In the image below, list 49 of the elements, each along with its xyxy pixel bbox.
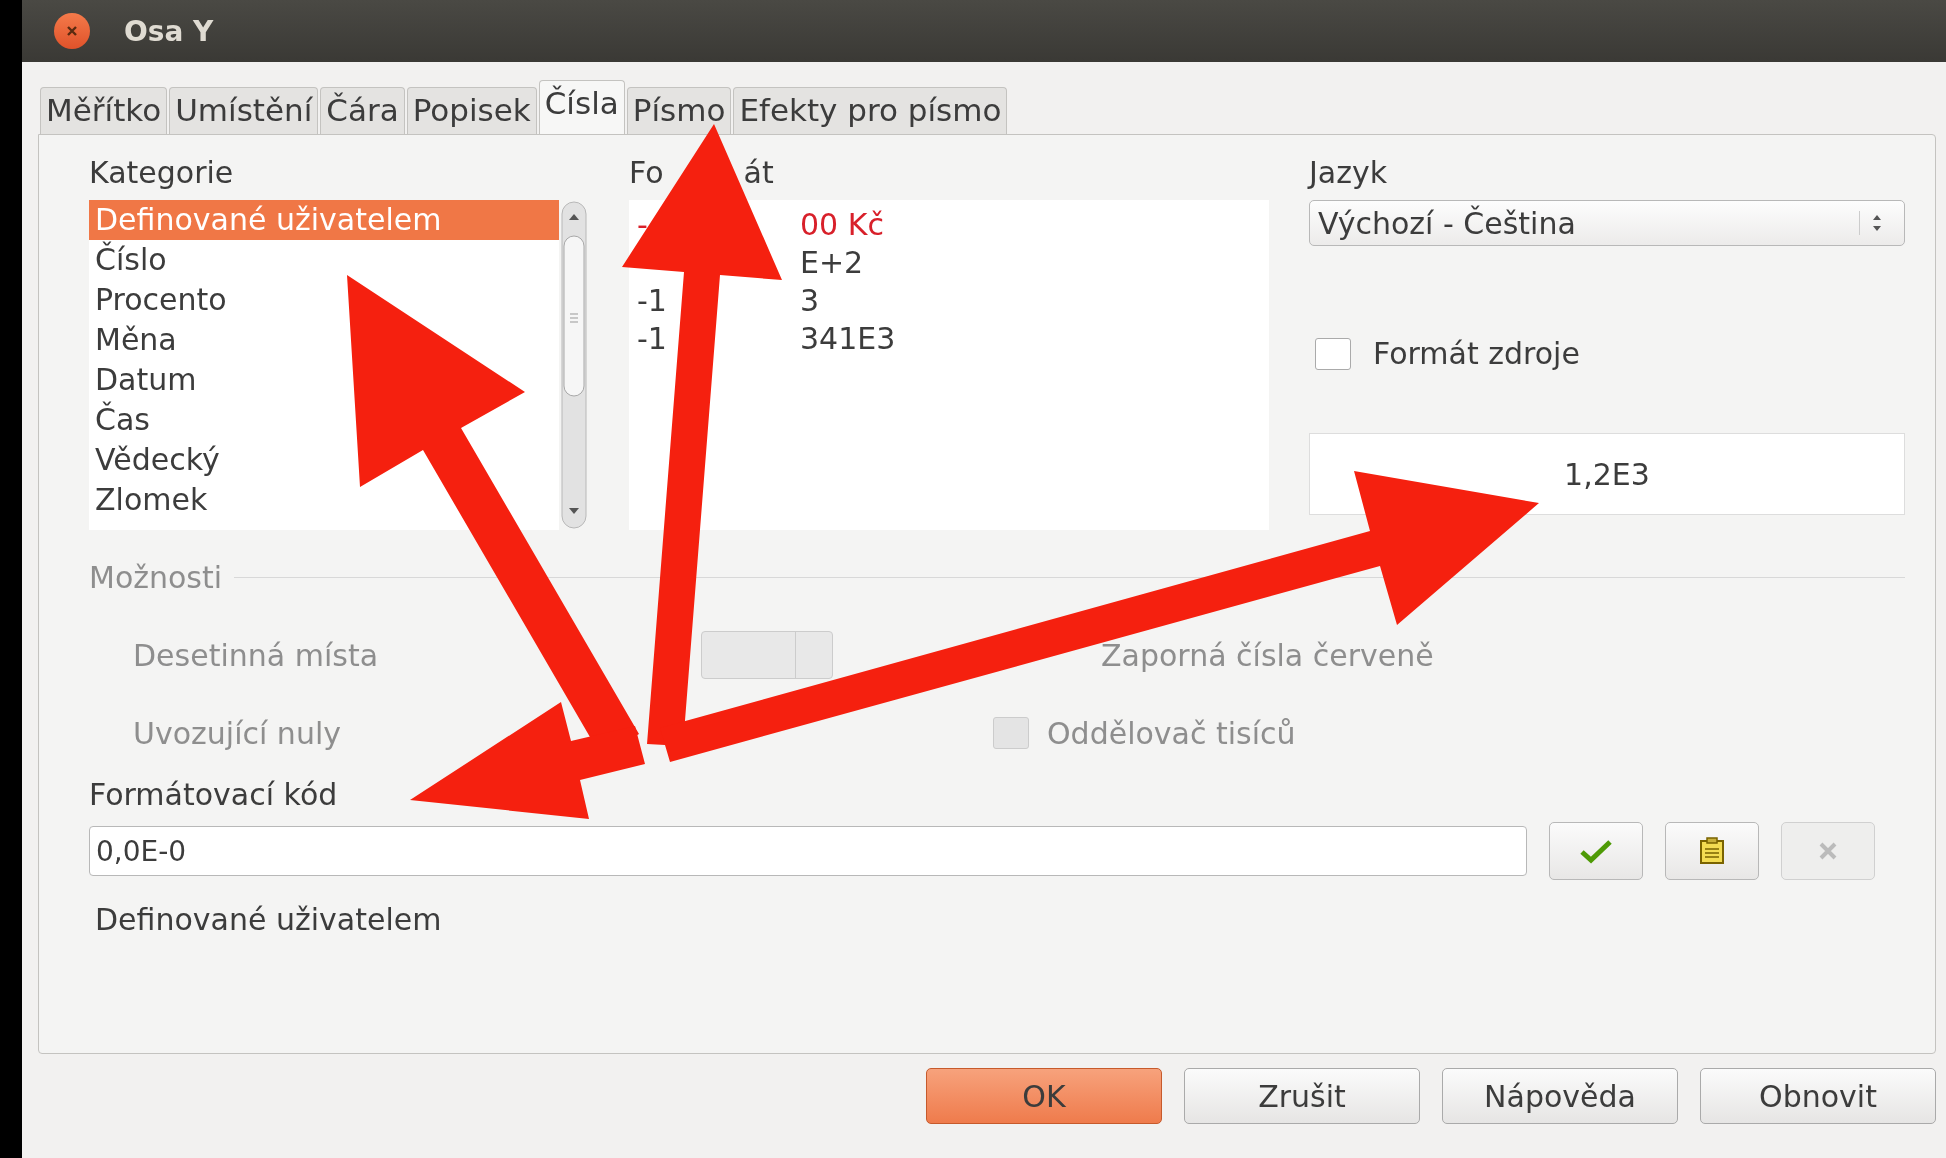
format-list[interactable]: - 00 Kč E+2 -1 3 -1 341E3: [629, 200, 1269, 530]
preview-field: 1,2E3: [1309, 433, 1905, 515]
tab[interactable]: Umístění: [169, 87, 319, 134]
close-icon[interactable]: [54, 13, 90, 49]
category-item[interactable]: Číslo: [89, 240, 559, 280]
source-format-label: Formát zdroje: [1373, 336, 1580, 371]
options-heading: Možnosti: [89, 560, 223, 595]
note-icon: [1697, 836, 1727, 866]
category-item[interactable]: Zlomek: [89, 480, 559, 520]
language-label: Jazyk: [1309, 155, 1389, 190]
checkbox[interactable]: [1315, 337, 1351, 370]
category-label: Kategorie: [89, 155, 235, 190]
tab[interactable]: Měřítko: [40, 87, 168, 134]
tab[interactable]: Popisek: [406, 87, 537, 134]
format-item[interactable]: E+2: [800, 244, 864, 282]
dialog-button[interactable]: Obnovit: [1700, 1068, 1936, 1124]
format-code-label: Formátovací kód: [89, 777, 339, 812]
format-item[interactable]: -1: [637, 321, 667, 356]
format-label: Fo: [629, 155, 664, 190]
category-item[interactable]: Vědecký: [89, 440, 559, 480]
format-item[interactable]: 341E3: [800, 320, 896, 358]
category-item[interactable]: Čas: [89, 400, 559, 440]
language-dropdown[interactable]: Výchozí - Čeština: [1309, 200, 1905, 246]
thousands-separator-label: Oddělovač tisíců: [1047, 715, 1296, 751]
negative-numbers-label: Zaporná čísla červeně: [1101, 637, 1434, 673]
format-item[interactable]: 3: [800, 282, 820, 320]
accept-button[interactable]: [1549, 822, 1643, 880]
tab[interactable]: Písmo: [626, 87, 732, 134]
decimal-places-spinbox[interactable]: [701, 631, 833, 679]
tab[interactable]: Efekty pro písmo: [733, 87, 1008, 134]
window-title: Osa Y: [124, 14, 214, 48]
tab[interactable]: Čísla: [538, 80, 625, 135]
leading-zeros-label: Uvozující nuly: [133, 715, 342, 751]
dialog-button[interactable]: Zrušit: [1184, 1068, 1420, 1124]
category-item[interactable]: Procento: [89, 280, 559, 320]
format-code-field[interactable]: 0,0E-0: [89, 826, 1527, 876]
format-label: át: [743, 155, 774, 190]
ok-button[interactable]: OK: [926, 1068, 1162, 1124]
updown-icon: [1859, 211, 1884, 235]
dialog-button[interactable]: Nápověda: [1442, 1068, 1678, 1124]
format-item[interactable]: 00 Kč: [800, 206, 884, 244]
category-item[interactable]: Datum: [89, 360, 559, 400]
edit-comment-button[interactable]: [1665, 822, 1759, 880]
format-item[interactable]: -1: [637, 283, 667, 318]
category-item[interactable]: Měna: [89, 320, 559, 360]
format-description: Definované uživatelem: [95, 902, 443, 937]
decimal-places-label: Desetinná místa: [133, 637, 380, 673]
checkmark-icon: [1579, 838, 1613, 864]
tab[interactable]: Čára: [320, 87, 405, 134]
